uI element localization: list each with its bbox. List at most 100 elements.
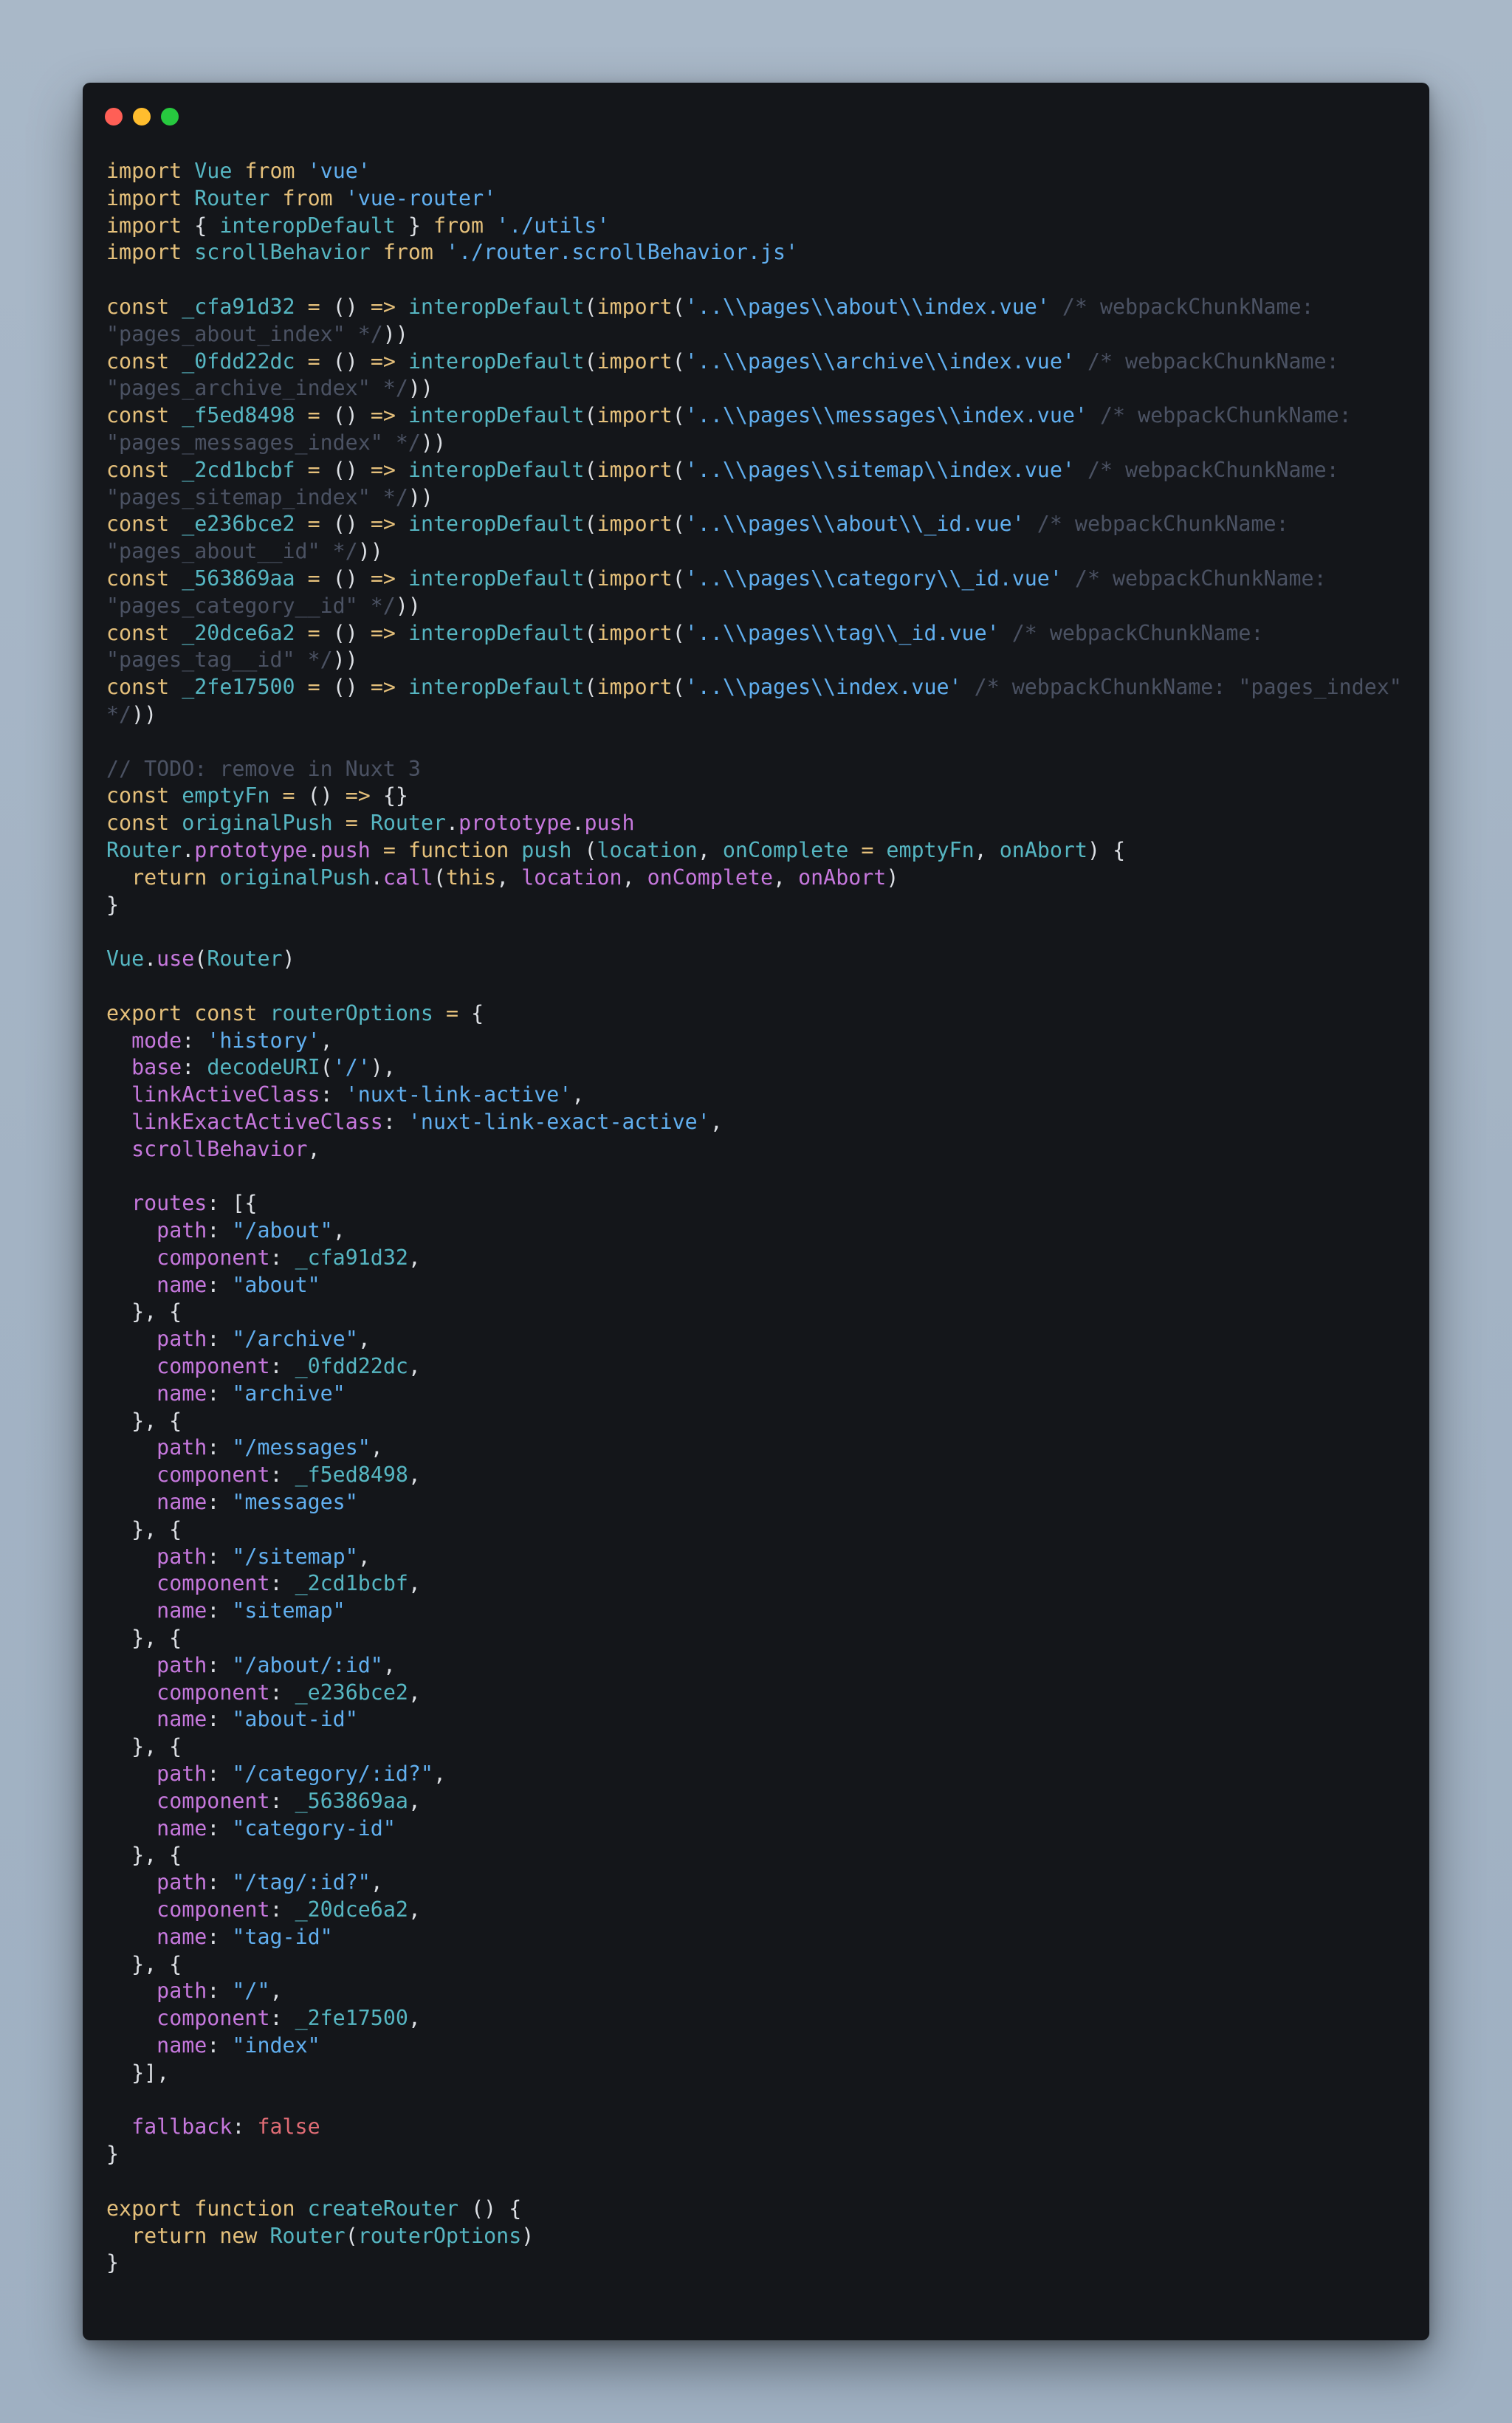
code-line: const _e236bce2 = () => interopDefault(i… <box>106 511 1415 538</box>
code-token: "pages_messages_index" */ <box>106 430 421 455</box>
code-line: }, { <box>106 1733 1415 1761</box>
code-token: ( <box>433 865 447 890</box>
code-token: component <box>157 2006 270 2031</box>
code-token: } <box>106 892 120 917</box>
code-token: {} <box>370 783 408 808</box>
code-token: scrollBehavior <box>131 1136 308 1161</box>
code-token: _0fdd22dc <box>295 1354 408 1379</box>
code-token: : <box>207 1272 233 1297</box>
code-token: name <box>157 1707 207 1732</box>
code-line: const _20dce6a2 = () => interopDefault(i… <box>106 620 1415 647</box>
code-line: import { interopDefault } from './utils' <box>106 213 1415 240</box>
code-token: ( <box>672 457 685 482</box>
code-token: , <box>571 1082 585 1107</box>
code-line: Router.prototype.push = function push (l… <box>106 837 1415 865</box>
code-token: ( <box>584 294 597 319</box>
code-token: , <box>408 1571 421 1596</box>
code-token: // TODO: remove in Nuxt 3 <box>106 756 421 781</box>
code-token: () <box>320 403 371 428</box>
code-token: false <box>257 2114 320 2140</box>
code-token: interopDefault <box>408 620 585 645</box>
code-token: _20dce6a2 <box>295 1897 408 1922</box>
code-token: = <box>282 783 295 808</box>
code-token: '..\\pages\\sitemap\\index.vue' <box>684 457 1075 482</box>
code-token: export <box>106 1000 182 1025</box>
code-token: () <box>320 675 371 700</box>
code-token: , <box>382 1652 396 1677</box>
code-token: "pages_tag__id" */ <box>106 647 333 673</box>
code-token: const <box>106 566 170 591</box>
code-token: . <box>144 946 157 972</box>
zoom-dot-icon[interactable] <box>161 108 179 126</box>
code-token: )) <box>408 376 433 401</box>
code-token: ( <box>584 620 597 645</box>
code-line: const _0fdd22dc = () => interopDefault(i… <box>106 348 1415 376</box>
code-token: 'vue-router' <box>345 185 497 210</box>
code-block: import Vue from 'vue' import Router from … <box>106 158 1415 2277</box>
code-token: fallback <box>131 2114 233 2140</box>
code-token: path <box>157 1544 207 1569</box>
code-line: component: _2cd1bcbf, <box>106 1570 1415 1598</box>
code-token: () <box>320 566 371 591</box>
code-token: name <box>157 1490 207 1515</box>
code-token: _f5ed8498 <box>295 1463 408 1488</box>
code-token: , <box>408 2006 421 2031</box>
code-token: "/" <box>232 1979 270 2004</box>
minimize-dot-icon[interactable] <box>133 108 151 126</box>
code-token: } <box>106 2250 120 2275</box>
code-token: name <box>157 1815 207 1841</box>
code-token: base <box>131 1055 182 1080</box>
code-token: ) <box>282 946 295 972</box>
code-token: use <box>157 946 195 972</box>
code-token: new <box>219 2223 258 2248</box>
code-line: export const routerOptions = { <box>106 1000 1415 1028</box>
code-token: name <box>157 2032 207 2058</box>
code-token: , <box>320 1028 333 1053</box>
code-token: , <box>697 837 723 862</box>
code-token: ( <box>584 512 597 537</box>
code-token: interopDefault <box>219 213 396 238</box>
code-token: import <box>597 294 673 319</box>
code-line: component: _e236bce2, <box>106 1680 1415 1707</box>
code-token: onComplete <box>722 837 849 862</box>
code-token: , <box>357 1544 371 1569</box>
code-token: import <box>597 457 673 482</box>
code-token: interopDefault <box>408 294 585 319</box>
code-line: Vue.use(Router) <box>106 946 1415 973</box>
code-token: const <box>106 620 170 645</box>
window-controls <box>105 108 179 126</box>
code-token: ) <box>521 2223 535 2248</box>
code-token: 'history' <box>207 1028 320 1053</box>
code-token: interopDefault <box>408 348 585 374</box>
code-token: linkActiveClass <box>131 1082 320 1107</box>
code-token: import <box>106 240 182 265</box>
code-token: = <box>307 457 320 482</box>
code-line: name: "about" <box>106 1272 1415 1299</box>
close-dot-icon[interactable] <box>105 108 123 126</box>
code-token: , <box>622 865 647 890</box>
code-token: import <box>597 348 673 374</box>
code-token: ( <box>672 403 685 428</box>
code-token: Vue <box>106 946 145 972</box>
